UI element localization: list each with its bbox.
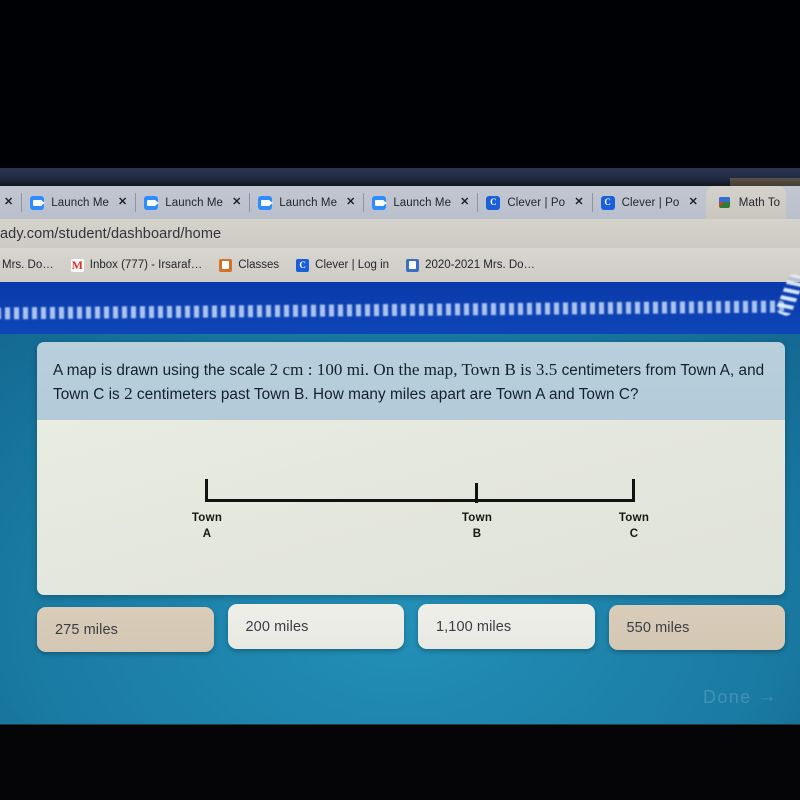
bookmark-label: Inbox (777) - Irsaraf… [89, 259, 203, 271]
answer-choice-2-label: 200 miles [245, 618, 309, 635]
close-icon[interactable]: ✕ [687, 197, 700, 208]
number-line-axis [205, 499, 635, 503]
question-distance-ab: 3.5 [535, 360, 558, 379]
bookmarks-bar: Mrs. Do… M Inbox (777) - Irsaraf… Classe… [0, 248, 800, 282]
bookmark-label: Clever | Log in [315, 259, 390, 271]
question-part-3: mi. On the map, Town B is [342, 360, 536, 379]
screen-bezel-top [0, 0, 800, 170]
label-town-a: Town A [177, 511, 237, 542]
classroom-icon [219, 258, 233, 272]
arrow-right-icon: → [757, 686, 778, 707]
zoom-icon [258, 195, 273, 210]
diagram-panel: Town A Town B Town C [37, 420, 785, 596]
screen-bezel-band [0, 168, 800, 186]
done-button-label: Done [702, 686, 752, 707]
tab-title: Clever | Por [621, 196, 680, 209]
browser-chrome: ✕ Launch Me ✕ Launch Me ✕ Launch Me ✕ La… [0, 186, 800, 282]
address-bar-url: ady.com/student/dashboard/home [0, 225, 222, 242]
screen-bezel-bottom [0, 725, 800, 800]
answer-choice-1-label: 275 miles [55, 621, 118, 638]
browser-tab-launch-meeting-2[interactable]: Launch Me ✕ [135, 186, 249, 219]
close-icon[interactable]: ✕ [458, 197, 471, 208]
laptop-screen-photo: ✕ Launch Me ✕ Launch Me ✕ Launch Me ✕ La… [0, 0, 800, 800]
lesson-header-band [0, 272, 800, 334]
bookmark-gmail-inbox[interactable]: M Inbox (777) - Irsaraf… [70, 258, 203, 272]
label-town-a-letter: A [202, 527, 212, 540]
question-scale-value-1: 2 [269, 360, 279, 379]
browser-tab-clever-portal-2[interactable]: C Clever | Por ✕ [591, 186, 706, 219]
answer-choice-4[interactable]: 550 miles [608, 605, 785, 650]
answer-choices: 275 miles 200 miles 1,100 miles 550 mile… [37, 604, 785, 652]
zoom-icon [372, 195, 387, 210]
question-part-1: A map is drawn using the scale [53, 362, 270, 379]
browser-tab-math-active[interactable]: Math To [705, 186, 787, 219]
question-text: A map is drawn using the scale 2 cm : 10… [53, 358, 769, 406]
bookmark-label: Classes [238, 259, 280, 271]
browser-tabstrip: ✕ Launch Me ✕ Launch Me ✕ Launch Me ✕ La… [0, 186, 800, 219]
tab-title: Launch Me [279, 196, 338, 209]
zoom-icon [30, 195, 45, 210]
done-button[interactable]: Done → [703, 686, 778, 708]
tab-title: Launch Me [393, 196, 452, 209]
clever-icon: C [486, 195, 501, 210]
iready-lesson-page: A map is drawn using the scale 2 cm : 10… [0, 272, 800, 725]
address-bar[interactable]: ady.com/student/dashboard/home [0, 219, 800, 248]
bookmark-label: 2020-2021 Mrs. Do… [425, 259, 536, 271]
person-icon [406, 258, 420, 272]
zoom-icon [144, 195, 159, 210]
browser-tab-clever-portal-1[interactable]: C Clever | Por ✕ [477, 186, 591, 219]
label-town-b-word: Town [461, 512, 493, 525]
browser-tab-launch-meeting-4[interactable]: Launch Me ✕ [363, 186, 477, 219]
tab-title: Launch Me [165, 196, 224, 209]
number-line-diagram: Town A Town B Town C [192, 477, 649, 540]
bookmark-label: Mrs. Do… [2, 259, 54, 271]
tab-title: Clever | Por [507, 196, 566, 209]
browser-tab[interactable]: ✕ [0, 186, 21, 219]
gmail-icon: M [70, 258, 84, 272]
answer-choice-1[interactable]: 275 miles [37, 607, 214, 652]
label-town-c-letter: C [629, 527, 639, 540]
bookmark-mrs-do[interactable]: Mrs. Do… [2, 259, 54, 271]
answer-choice-4-label: 550 miles [626, 619, 690, 636]
tick-mark-town-a [205, 479, 208, 502]
tab-title: Math To [738, 196, 781, 209]
browser-tab-launch-meeting-1[interactable]: Launch Me ✕ [21, 186, 135, 219]
question-distance-bc: 2 [124, 384, 133, 404]
browser-tabs: ✕ Launch Me ✕ Launch Me ✕ Launch Me ✕ La… [0, 186, 787, 219]
answer-choice-3[interactable]: 1,100 miles [418, 604, 595, 649]
cube-icon [718, 196, 732, 210]
label-town-b: Town B [447, 511, 507, 542]
clever-icon: C [296, 258, 310, 272]
close-icon[interactable]: ✕ [230, 197, 243, 208]
close-icon[interactable]: ✕ [572, 197, 585, 208]
bookmark-classes[interactable]: Classes [219, 258, 280, 272]
close-icon[interactable]: ✕ [116, 197, 129, 208]
clever-icon: C [600, 195, 615, 210]
label-town-c: Town C [604, 511, 664, 542]
browser-tab-launch-meeting-3[interactable]: Launch Me ✕ [249, 186, 363, 219]
tab-title: Launch Me [51, 196, 110, 209]
question-part-5: centimeters past Town B. How many miles … [132, 386, 639, 404]
bookmark-clever-login[interactable]: C Clever | Log in [296, 258, 390, 272]
close-icon[interactable]: ✕ [344, 197, 357, 208]
camera-glare-streak [0, 300, 787, 320]
answer-choice-3-label: 1,100 miles [436, 618, 512, 635]
question-card: A map is drawn using the scale 2 cm : 10… [37, 342, 785, 596]
question-header: A map is drawn using the scale 2 cm : 10… [37, 342, 785, 421]
label-town-b-letter: B [472, 527, 482, 540]
close-icon[interactable]: ✕ [2, 197, 15, 208]
label-town-c-word: Town [618, 512, 650, 525]
answer-choice-2[interactable]: 200 miles [227, 604, 404, 649]
question-part-2: cm : [278, 360, 317, 379]
question-scale-value-2: 100 [316, 360, 343, 379]
tick-mark-town-b [475, 483, 478, 504]
tick-mark-town-c [632, 479, 635, 502]
label-town-a-word: Town [191, 512, 223, 525]
bookmark-class-roster[interactable]: 2020-2021 Mrs. Do… [406, 258, 536, 272]
